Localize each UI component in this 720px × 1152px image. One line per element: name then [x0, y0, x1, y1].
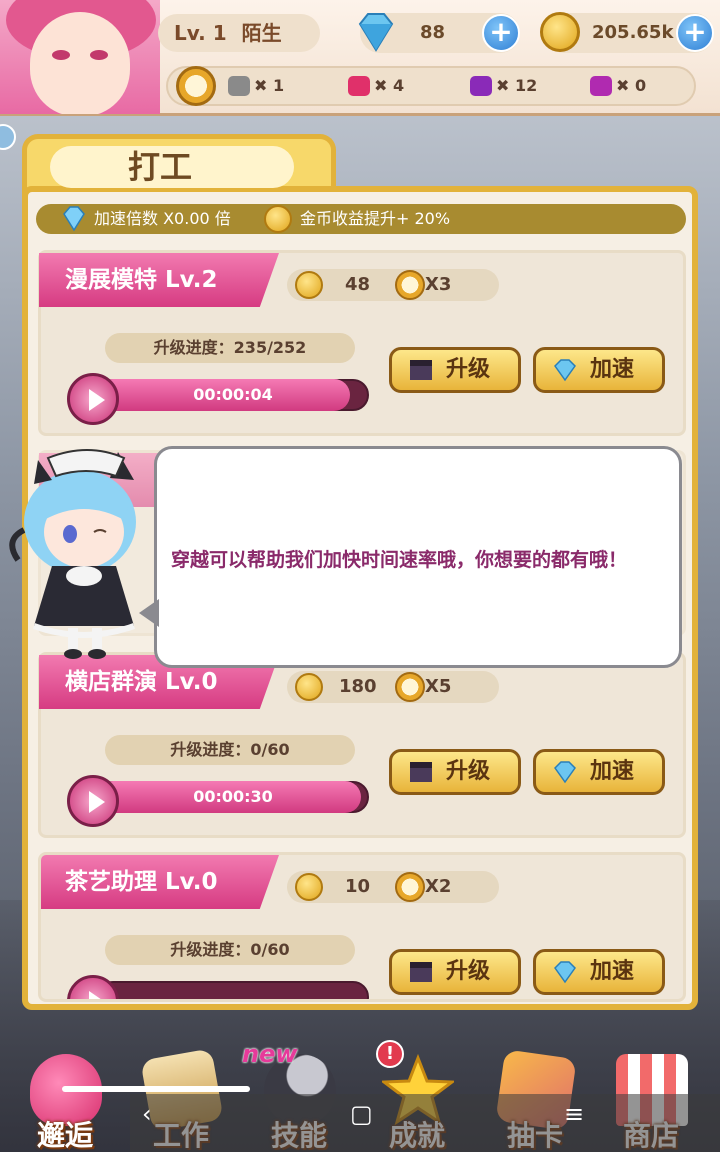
upgrade-button[interactable]: 升级	[389, 949, 521, 995]
job-multiplier: X2	[425, 876, 452, 897]
job-coin-amount: 180	[339, 676, 377, 697]
system-nav-bar	[130, 1094, 720, 1152]
speed-gem-icon	[63, 206, 85, 232]
job-timer: 00:00:30	[193, 787, 273, 806]
speedup-button[interactable]: 加速	[533, 949, 665, 995]
job-multiplier: X3	[425, 274, 452, 295]
job-reward: 48 X3	[287, 269, 499, 301]
new-badge: new	[242, 1040, 298, 1068]
job-card: 横店群演 Lv.0 180 X5 升级进度：0/60 00:00:30 升级 加…	[38, 652, 686, 838]
stopwatch-icon	[395, 872, 425, 902]
job-progress-bar: 00:00:04	[67, 373, 373, 425]
job-timer: 00:00:04	[193, 385, 273, 404]
play-icon[interactable]	[67, 975, 119, 999]
job-multiplier: X5	[425, 676, 452, 697]
stopwatch-icon	[395, 270, 425, 300]
coin-icon	[295, 271, 323, 299]
diamond-count: 88	[420, 22, 446, 43]
add-diamonds-button[interactable]: +	[482, 14, 520, 52]
pink-gem-count: ✖ 4	[374, 76, 405, 95]
guide-character	[9, 449, 136, 659]
nav-encounter[interactable]: 邂逅	[10, 1040, 120, 1152]
job-title: 茶艺助理 Lv.0	[41, 855, 279, 909]
job-reward: 180 X5	[287, 671, 499, 703]
diamond-icon	[554, 761, 576, 784]
clapperboard-icon	[410, 762, 432, 782]
coin-icon	[295, 873, 323, 901]
home-icon[interactable]: ▢	[350, 1100, 373, 1128]
grey-gem-count: ✖ 1	[254, 76, 285, 95]
upgrade-progress-label: 升级进度：0/60	[105, 935, 355, 965]
magenta-gem-count: ✖ 0	[616, 76, 647, 95]
stopwatch-icon	[395, 672, 425, 702]
upgrade-button[interactable]: 升级	[389, 347, 521, 393]
home-indicator	[62, 1086, 250, 1092]
job-progress-bar: 00:00:30	[67, 775, 373, 827]
alert-badge: !	[376, 1040, 404, 1068]
dialog-text: 穿越可以帮助我们加快时间速率哦，你想要的都有哦！	[171, 549, 628, 571]
coin-icon	[295, 673, 323, 701]
diamond-icon	[554, 961, 576, 984]
level-label: Lv. 1	[174, 21, 227, 45]
tutorial-dialog[interactable]: 穿越可以帮助我们加快时间速率哦，你想要的都有哦！	[139, 446, 682, 668]
stopwatch-icon[interactable]	[176, 66, 216, 106]
clapperboard-icon	[410, 360, 432, 380]
speed-multiplier-label: 加速倍数 X0.00 倍	[94, 209, 231, 228]
pink-gem-icon	[348, 76, 370, 96]
top-bar: Lv. 1 陌生 88 + 205.65k + ✖ 1 ✖ 4 ✖ 12 ✖ 0	[0, 0, 720, 116]
job-card: 漫展模特 Lv.2 48 X3 升级进度：235/252 00:00:04 升级…	[38, 250, 686, 436]
grey-gem-icon	[228, 76, 250, 96]
purple-gem-count: ✖ 12	[496, 76, 538, 95]
gold-count: 205.65k	[592, 22, 674, 43]
job-reward: 10 X2	[287, 871, 499, 903]
back-icon[interactable]: ‹	[142, 1100, 152, 1128]
speedup-button[interactable]: 加速	[533, 347, 665, 393]
player-name: 陌生	[241, 21, 282, 45]
clapperboard-icon	[410, 962, 432, 982]
panel-title: 打工	[50, 146, 294, 188]
diamond-icon	[358, 13, 394, 52]
job-card: 茶艺助理 Lv.0 10 X2 升级进度：0/60 升级 加速	[38, 852, 686, 1002]
job-progress-bar	[67, 975, 373, 999]
purple-gem-icon	[470, 76, 492, 96]
job-title: 漫展模特 Lv.2	[39, 253, 279, 307]
upgrade-progress-label: 升级进度：235/252	[105, 333, 355, 363]
gold-bonus-label: 金币收益提升+ 20%	[300, 209, 451, 228]
upgrade-progress-label: 升级进度：0/60	[105, 735, 355, 765]
add-gold-button[interactable]: +	[676, 14, 714, 52]
play-icon[interactable]	[67, 775, 119, 827]
gold-coin-icon	[540, 12, 580, 52]
play-icon[interactable]	[67, 373, 119, 425]
item-counters: ✖ 1 ✖ 4 ✖ 12 ✖ 0	[166, 66, 696, 106]
magenta-gem-icon	[590, 76, 612, 96]
diamond-icon	[554, 359, 576, 382]
job-coin-amount: 48	[345, 274, 371, 295]
menu-icon[interactable]: ≡	[564, 1100, 584, 1128]
upgrade-button[interactable]: 升级	[389, 749, 521, 795]
job-coin-amount: 10	[345, 876, 371, 897]
level-plate: Lv. 1 陌生	[158, 14, 320, 52]
avatar[interactable]	[0, 0, 160, 114]
coin-icon	[264, 205, 292, 233]
bonus-strip: 加速倍数 X0.00 倍 金币收益提升+ 20%	[36, 204, 686, 234]
speedup-button[interactable]: 加速	[533, 749, 665, 795]
